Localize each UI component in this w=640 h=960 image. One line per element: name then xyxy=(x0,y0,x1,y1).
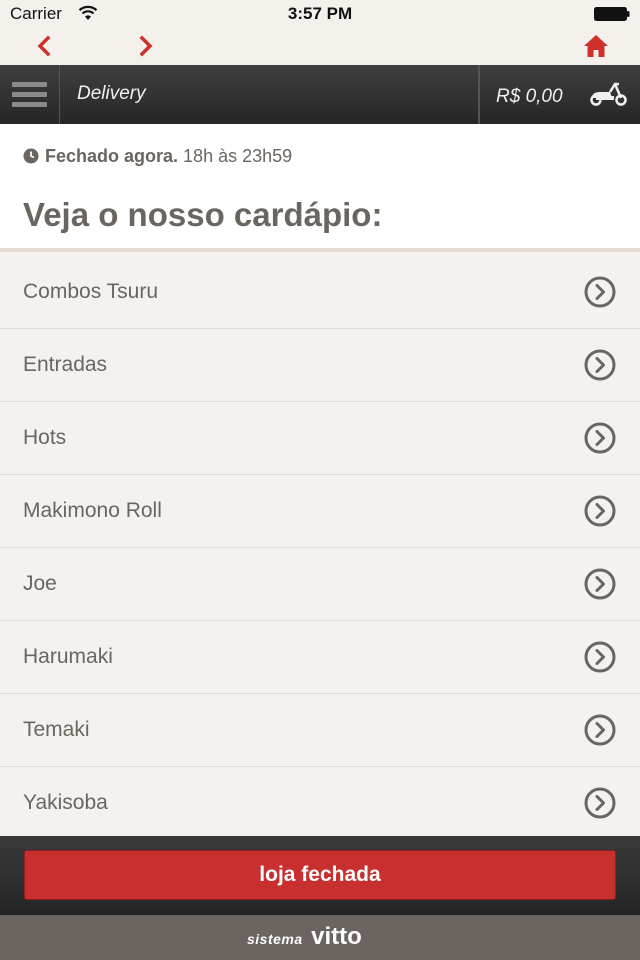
hamburger-icon[interactable] xyxy=(0,65,60,124)
brand-footer: sistema vitto xyxy=(0,915,640,960)
category-label: Hots xyxy=(23,426,67,449)
chevron-right-circle-icon[interactable] xyxy=(584,495,616,527)
clock-time: 3:57 PM xyxy=(287,4,353,23)
category-item[interactable]: Joe xyxy=(0,548,640,621)
cart-total: R$ 0,00 xyxy=(496,86,563,107)
brand-name: vitto xyxy=(311,923,362,950)
brand-prefix: sistema xyxy=(247,931,303,947)
category-list: Combos Tsuru Entradas Hots Makimono Roll Joe… xyxy=(0,256,640,840)
chevron-right-circle-icon[interactable] xyxy=(584,714,616,746)
store-info-panel: Fechado agora. 18h às 23h59 Veja o nosso… xyxy=(0,124,640,252)
store-hours: 18h às 23h59 xyxy=(183,146,293,166)
category-label: Makimono Roll xyxy=(23,499,162,522)
category-label: Entradas xyxy=(23,353,108,376)
category-item[interactable]: Yakisoba xyxy=(0,767,640,840)
page-title: Veja o nosso cardápio: xyxy=(23,196,383,233)
category-label: Harumaki xyxy=(23,645,113,668)
chevron-right-circle-icon[interactable] xyxy=(584,349,616,381)
opening-hours: Fechado agora. 18h às 23h59 xyxy=(23,146,292,167)
header-title: Delivery xyxy=(77,83,146,104)
scooter-icon xyxy=(590,82,627,106)
chevron-left-icon[interactable] xyxy=(32,34,56,58)
category-item[interactable]: Makimono Roll xyxy=(0,475,640,548)
app-header: Delivery R$ 0,00 xyxy=(0,65,640,124)
battery-icon xyxy=(594,7,630,21)
store-closed-button[interactable]: loja fechada xyxy=(24,850,616,900)
chevron-right-circle-icon[interactable] xyxy=(584,276,616,308)
footer-bar: loja fechada xyxy=(0,836,640,915)
category-item[interactable]: Harumaki xyxy=(0,621,640,694)
vitto-logo: sistema vitto xyxy=(247,923,362,951)
category-item[interactable]: Combos Tsuru xyxy=(0,256,640,329)
clock-icon xyxy=(23,148,39,164)
category-item[interactable]: Temaki xyxy=(0,694,640,767)
browser-navigation xyxy=(0,28,640,65)
category-label: Joe xyxy=(23,572,57,595)
chevron-right-circle-icon[interactable] xyxy=(584,641,616,673)
store-status: Fechado agora. xyxy=(45,146,179,166)
chevron-right-icon[interactable] xyxy=(134,34,158,58)
home-icon[interactable] xyxy=(582,32,610,60)
category-item[interactable]: Hots xyxy=(0,402,640,475)
chevron-right-circle-icon[interactable] xyxy=(584,787,616,819)
category-label: Combos Tsuru xyxy=(23,280,159,303)
chevron-right-circle-icon[interactable] xyxy=(584,422,616,454)
category-label: Yakisoba xyxy=(23,791,108,814)
category-item[interactable]: Entradas xyxy=(0,329,640,402)
cart-button[interactable]: R$ 0,00 xyxy=(478,65,640,124)
chevron-right-circle-icon[interactable] xyxy=(584,568,616,600)
status-bar: Carrier 3:57 PM xyxy=(0,0,640,28)
category-label: Temaki xyxy=(23,718,90,741)
